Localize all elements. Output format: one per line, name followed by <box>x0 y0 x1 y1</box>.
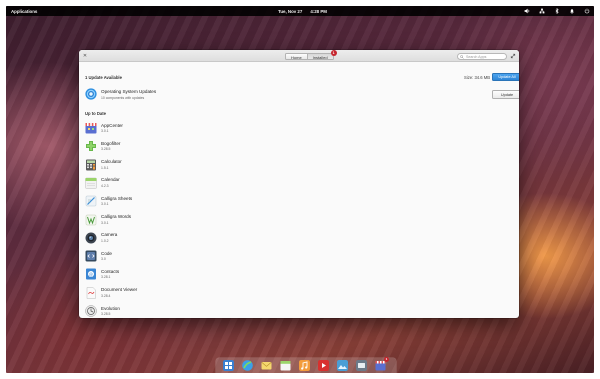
list-item[interactable]: Document Viewer 3.28.4 <box>85 286 285 303</box>
photos-icon[interactable] <box>337 360 348 371</box>
music-icon[interactable] <box>299 360 310 371</box>
app-name: Code <box>101 250 112 256</box>
dock: 1 <box>216 357 396 373</box>
dock-updates-badge: 1 <box>384 357 389 362</box>
tab-installed[interactable]: Installed 1 <box>307 50 337 60</box>
app-name: AppCenter <box>101 122 123 128</box>
multitasking-view-icon[interactable] <box>223 360 234 371</box>
app-name: Bogofilter <box>101 140 121 146</box>
calculator-icon <box>86 159 96 171</box>
top-panel: Applications Tue, Nov 27 4:28 PM <box>6 6 594 16</box>
list-item[interactable]: Calligra Sheets 3.0.1 <box>85 195 285 211</box>
app-name: Contacts <box>101 268 120 274</box>
app-version: 4.2.3 <box>101 183 109 188</box>
updates-count-badge: 1 <box>330 50 337 56</box>
os-updates-subtitle: 10 components with updates <box>101 95 145 100</box>
date-time-indicator[interactable]: Tue, Nov 27 4:28 PM <box>278 9 335 14</box>
updates-heading: 1 Update Available <box>85 74 122 80</box>
network-icon[interactable] <box>539 8 545 14</box>
notifications-icon[interactable] <box>569 8 575 14</box>
app-version: 3.28.5 <box>101 312 111 316</box>
search-input[interactable]: Search Apps <box>457 52 507 60</box>
app-version: 3.0.1 <box>101 202 109 207</box>
applications-menu[interactable]: Applications <box>11 9 37 14</box>
app-name: Calligra Words <box>101 214 132 219</box>
search-icon <box>460 54 464 59</box>
app-name: Evolution <box>101 305 120 311</box>
tab-installed-label: Installed <box>312 54 328 60</box>
maximize-icon[interactable] <box>510 53 516 59</box>
bogofilter-icon <box>86 141 96 152</box>
bluetooth-icon[interactable] <box>554 7 560 14</box>
update-all-button[interactable]: Update All <box>492 73 519 81</box>
videos-icon[interactable] <box>318 360 329 371</box>
view-switcher: Home Installed 1 <box>285 50 337 60</box>
list-item[interactable]: @ Contacts 3.28.1 <box>85 268 285 284</box>
camera-icon <box>85 232 97 244</box>
app-version: 1.5.1 <box>101 165 109 170</box>
code-icon <box>85 250 97 262</box>
close-icon[interactable]: ✕ <box>82 53 88 59</box>
time-label: 4:28 PM <box>310 8 327 14</box>
calligra-words-icon <box>85 214 97 225</box>
search-placeholder: Search Apps <box>466 54 487 59</box>
app-version: 3.0 <box>101 257 106 262</box>
app-name: Calculator <box>101 159 122 165</box>
appcenter-icon <box>85 123 97 134</box>
app-name: Calendar <box>101 177 120 183</box>
desktop: Applications Tue, Nov 27 4:28 PM ✕ Home I… <box>6 6 594 373</box>
volume-icon[interactable] <box>524 8 530 14</box>
list-item[interactable]: Bogofilter 3.28.5 <box>85 140 285 156</box>
calendar-icon[interactable] <box>280 360 291 371</box>
switchboard-icon[interactable] <box>356 360 367 371</box>
list-item[interactable]: Code 3.0 <box>85 250 285 266</box>
system-tray <box>524 7 590 14</box>
contacts-icon: @ <box>86 268 96 280</box>
app-version: 3.0.1 <box>101 129 109 133</box>
tab-home[interactable]: Home <box>285 52 308 60</box>
list-item[interactable]: Camera 1.0.2 <box>85 232 285 248</box>
app-version: 1.0.2 <box>101 238 109 243</box>
list-item[interactable]: Calligra Words 3.0.1 <box>85 214 285 230</box>
os-updates-icon <box>85 88 97 100</box>
date-label: Tue, Nov 27 <box>278 8 303 14</box>
app-version: 3.28.1 <box>101 275 111 280</box>
app-version: 3.0.1 <box>101 220 109 225</box>
calligra-sheets-icon <box>85 195 97 207</box>
list-item[interactable]: AppCenter 3.0.1 <box>85 122 285 138</box>
app-name: Calligra Sheets <box>101 195 133 201</box>
web-browser-icon[interactable] <box>242 360 253 371</box>
evolution-icon <box>85 305 97 317</box>
update-button[interactable]: Update <box>492 90 519 99</box>
appcenter-dock-item[interactable]: 1 <box>375 357 389 371</box>
app-version: 3.28.4 <box>101 293 111 298</box>
os-updates-title: Operating System Updates <box>101 89 157 94</box>
power-icon[interactable] <box>584 8 590 14</box>
calendar-icon <box>85 177 97 189</box>
app-version: 3.28.5 <box>101 147 111 152</box>
mail-icon[interactable] <box>261 360 272 371</box>
list-item[interactable]: Calculator 1.5.1 <box>85 159 285 175</box>
appcenter-window: ✕ Home Installed 1 Search Apps 1 Update … <box>79 50 519 318</box>
download-size: Size: 34.6 MB <box>464 74 491 80</box>
document-viewer-icon <box>86 286 96 299</box>
list-item[interactable]: Evolution 3.28.5 <box>85 305 285 318</box>
app-name: Camera <box>101 232 118 238</box>
up-to-date-heading: Up to Date <box>85 110 106 116</box>
app-name: Document Viewer <box>101 287 138 293</box>
list-item[interactable]: Calendar 4.2.3 <box>85 177 285 193</box>
svg-text:@: @ <box>89 272 93 277</box>
window-titlebar[interactable]: ✕ Home Installed 1 Search Apps <box>79 50 519 62</box>
